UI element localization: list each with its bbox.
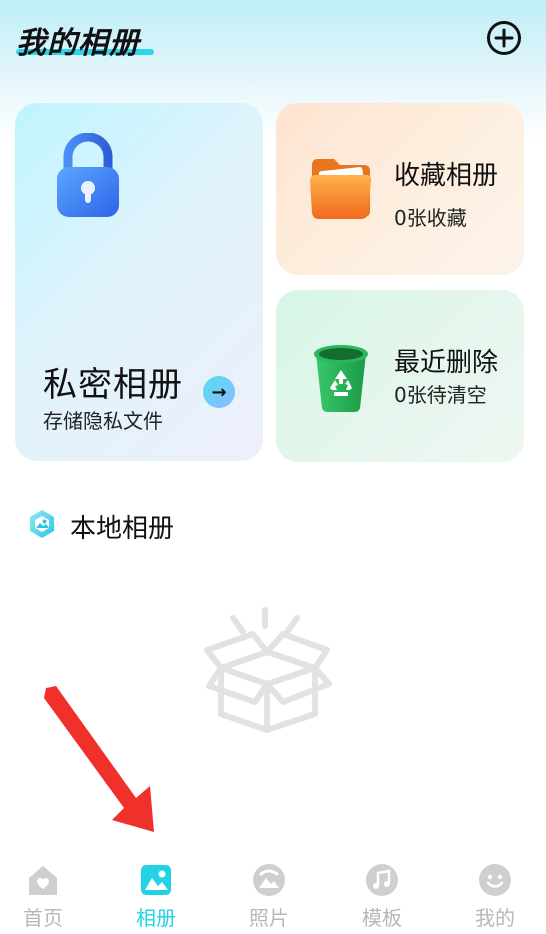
album-icon — [141, 865, 171, 895]
home-icon — [29, 866, 57, 895]
tab-photos[interactable]: 照片 — [229, 862, 309, 934]
smiley-icon — [479, 864, 511, 896]
tab-mine[interactable]: 我的 — [455, 862, 535, 934]
tab-templates[interactable]: 模板 — [342, 862, 422, 934]
annotation-red-arrow — [44, 686, 154, 832]
local-album-title: 本地相册 — [70, 514, 175, 544]
recycle-bin-icon — [314, 345, 368, 412]
folder-icon — [310, 159, 372, 219]
private-album-subtitle: 存储隐私文件 — [43, 409, 163, 433]
plus-circle-icon[interactable] — [486, 20, 522, 56]
favorites-album-count: 0张收藏 — [394, 206, 467, 230]
arrow-right-icon[interactable]: → — [203, 376, 235, 408]
favorites-album-title: 收藏相册 — [394, 161, 499, 191]
bottom-tab-bar: 首页 相册 照片 模板 我的 — [0, 850, 546, 934]
lock-icon — [57, 133, 119, 217]
tab-home[interactable]: 首页 — [3, 862, 83, 934]
tab-album[interactable]: 相册 — [116, 862, 196, 934]
camera-lens-icon — [253, 864, 285, 896]
recently-deleted-title: 最近删除 — [394, 348, 499, 378]
private-album-title: 私密相册 — [43, 365, 183, 405]
favorites-album-card[interactable]: 收藏相册 0张收藏 — [276, 103, 524, 275]
tab-label: 模板 — [362, 906, 402, 930]
empty-box-icon — [204, 607, 332, 733]
recently-deleted-card[interactable]: 最近删除 0张待清空 — [276, 290, 524, 462]
recently-deleted-count: 0张待清空 — [394, 383, 487, 407]
music-note-icon — [366, 864, 398, 896]
tab-label: 相册 — [136, 906, 176, 930]
private-album-card[interactable]: 私密相册 → 存储隐私文件 — [15, 103, 263, 461]
photo-icon — [30, 510, 54, 538]
tab-label: 首页 — [23, 906, 63, 930]
tab-label: 我的 — [475, 906, 515, 930]
page-title: 我的相册 — [16, 26, 140, 61]
tab-label: 照片 — [249, 906, 289, 930]
